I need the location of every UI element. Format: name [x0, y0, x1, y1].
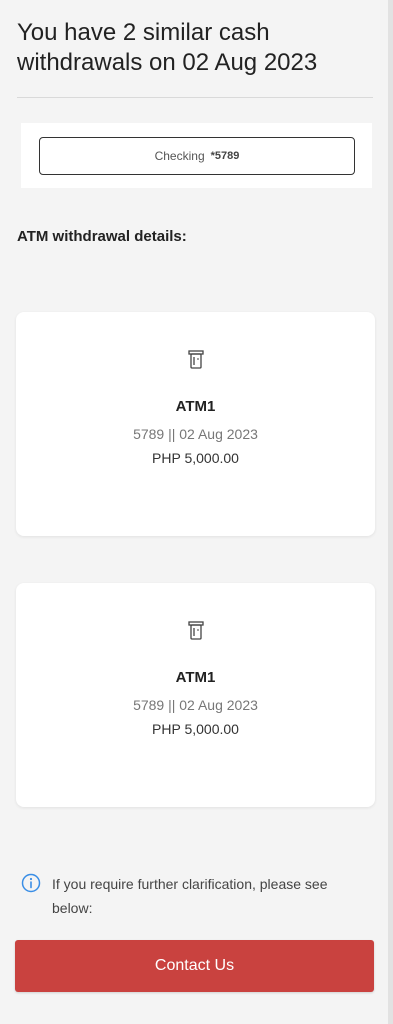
- atm-card-icon: [187, 621, 204, 641]
- section-heading: ATM withdrawal details:: [17, 228, 187, 245]
- account-type-label: Checking: [154, 149, 205, 163]
- page-title: You have 2 similar cash withdrawals on 0…: [17, 19, 318, 76]
- transaction-name: ATM1: [175, 669, 216, 686]
- info-text: If you require further clarification, pl…: [52, 876, 328, 916]
- info-icon: [21, 873, 41, 893]
- transaction-amount: PHP 5,000.00: [152, 450, 239, 466]
- transaction-card: ATM1 5789 || 02 Aug 2023 PHP 5,000.00: [16, 312, 375, 536]
- account-number: *5789: [210, 150, 240, 162]
- divider: [17, 97, 373, 98]
- transaction-amount: PHP 5,000.00: [152, 721, 239, 737]
- transaction-meta: 5789 || 02 Aug 2023: [133, 426, 258, 442]
- transaction-card: ATM1 5789 || 02 Aug 2023 PHP 5,000.00: [16, 583, 375, 807]
- transaction-name: ATM1: [175, 398, 216, 415]
- account-selector[interactable]: Checking *5789: [39, 137, 355, 175]
- account-panel: Checking *5789: [21, 123, 372, 188]
- scrollbar[interactable]: [388, 0, 393, 1024]
- info-notice: If you require further clarification, pl…: [21, 872, 371, 920]
- contact-us-button[interactable]: Contact Us: [15, 940, 374, 992]
- atm-card-icon: [187, 350, 204, 370]
- transaction-meta: 5789 || 02 Aug 2023: [133, 697, 258, 713]
